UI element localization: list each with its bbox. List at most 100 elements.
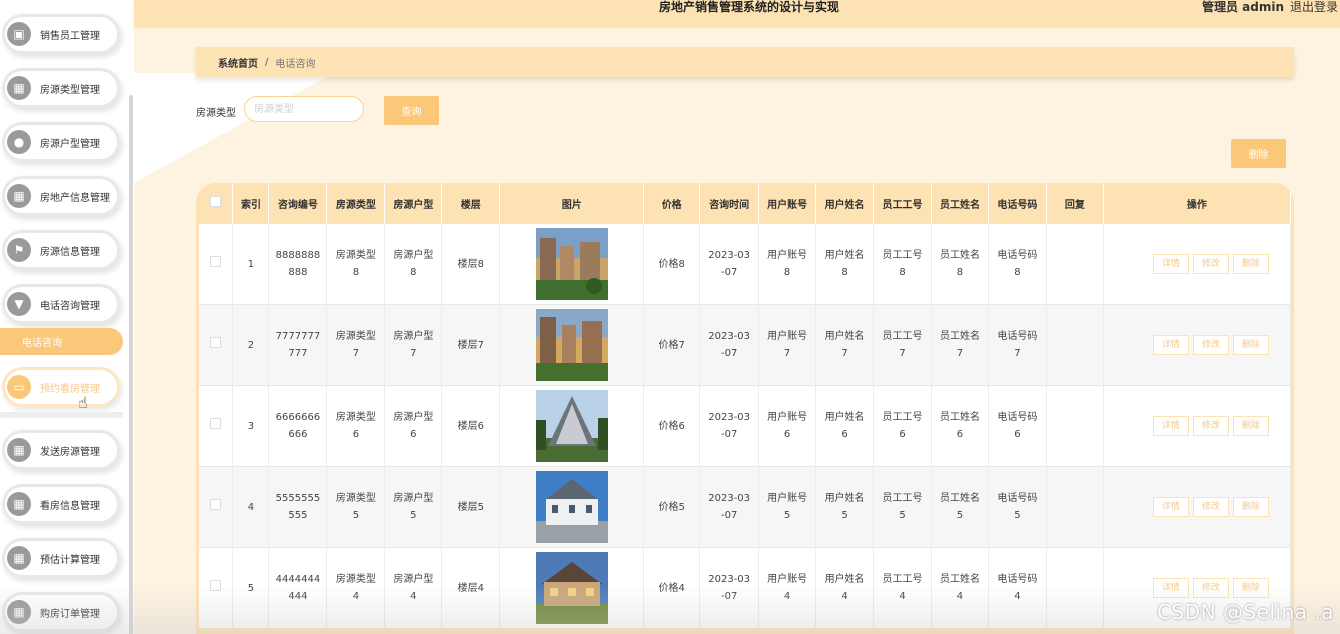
cell-type: 房源类型 7: [326, 304, 386, 386]
delete-button[interactable]: 删除: [1232, 497, 1269, 517]
photo-cell: [499, 547, 645, 628]
col-header: 索引: [232, 183, 270, 224]
detail-button[interactable]: 详情: [1152, 254, 1189, 274]
sidebar-item-listing-types[interactable]: ▦ 房源类型管理: [2, 68, 120, 108]
batch-delete-button[interactable]: 删除: [1231, 139, 1286, 168]
col-header: 员工工号: [873, 183, 932, 224]
sidebar-item-label: 房源类型管理: [40, 84, 100, 96]
cell-price: 价格5: [643, 466, 701, 548]
photo-cell: [499, 223, 645, 305]
sidebar-item-send-listing[interactable]: ▦ 发送房源管理: [2, 430, 120, 470]
cell-index: 4: [232, 466, 270, 548]
sidebar: ▣ 销售员工管理 ▦ 房源类型管理 ● 房源户型管理 ▦ 房地产信息管理 ⚑ 房…: [0, 0, 135, 634]
cell-phone: 电话号码 5: [988, 466, 1047, 548]
sidebar-item-label: 房源户型管理: [40, 138, 100, 150]
cell-phone: 电话号码 7: [988, 304, 1047, 386]
logout-link[interactable]: 退出登录: [1290, 0, 1338, 14]
cell-index: 3: [232, 385, 270, 467]
detail-button[interactable]: 详情: [1152, 578, 1189, 598]
cell-code: 4444444 444: [268, 547, 328, 628]
row-checkbox[interactable]: [199, 547, 234, 628]
cell-empno: 员工工号 4: [873, 547, 932, 628]
delete-button[interactable]: 删除: [1232, 335, 1269, 355]
sidebar-item-listing-info[interactable]: ⚑ 房源信息管理: [2, 230, 120, 270]
detail-button[interactable]: 详情: [1152, 416, 1189, 436]
cell-type: 房源类型 6: [326, 385, 386, 467]
cell-floor: 楼层4: [441, 547, 501, 628]
cell-layout: 房源户型 8: [384, 223, 443, 305]
submenu-item-phone-consult[interactable]: 电话咨询: [0, 328, 123, 355]
sidebar-scrollbar[interactable]: [129, 95, 133, 634]
breadcrumb-home[interactable]: 系统首页: [218, 55, 258, 70]
grid-icon: ▦: [7, 492, 31, 516]
search-input[interactable]: [244, 96, 364, 122]
cell-empname: 员工姓名 6: [931, 385, 989, 467]
table-header-row: 索引 咨询编号 房源类型 房源户型 楼层 图片 价格 咨询时间 用户账号 用户姓…: [199, 183, 1292, 224]
select-all-checkbox[interactable]: [199, 183, 234, 224]
breadcrumb-separator: /: [265, 56, 269, 68]
sidebar-item-viewing-info[interactable]: ▦ 看房信息管理: [2, 484, 120, 524]
cell-name: 用户姓名 5: [815, 466, 875, 548]
cell-phone: 电话号码 6: [988, 385, 1047, 467]
col-header: 图片: [499, 183, 645, 224]
photo-cell: [499, 385, 645, 467]
edit-button[interactable]: 修改: [1192, 416, 1229, 436]
property-photo: [535, 390, 608, 462]
cell-account: 用户账号 4: [758, 547, 817, 628]
row-actions: 详情 修改 删除: [1103, 385, 1292, 467]
edit-button[interactable]: 修改: [1192, 335, 1229, 355]
row-actions: 详情 修改 删除: [1103, 304, 1292, 386]
delete-button[interactable]: 删除: [1232, 416, 1269, 436]
site-title: 房地产销售管理系统的设计与实现: [658, 0, 839, 14]
cell-reply: [1046, 223, 1104, 305]
edit-button[interactable]: 修改: [1192, 578, 1229, 598]
cell-floor: 楼层5: [441, 466, 501, 548]
data-table: 索引 咨询编号 房源类型 房源户型 楼层 图片 价格 咨询时间 用户账号 用户姓…: [196, 183, 1294, 634]
row-checkbox[interactable]: [199, 385, 234, 467]
detail-button[interactable]: 详情: [1152, 497, 1189, 517]
col-header: 楼层: [441, 183, 501, 224]
cup-icon: ▼: [7, 292, 31, 316]
row-checkbox[interactable]: [199, 223, 234, 305]
table-row: 3 6666666 666 房源类型 6 房源户型 6 楼层6 价格6 2023-03 -0…: [199, 385, 1292, 467]
sidebar-item-sales-staff[interactable]: ▣ 销售员工管理: [2, 14, 120, 54]
delete-button[interactable]: 删除: [1232, 254, 1269, 274]
cell-empname: 员工姓名 7: [931, 304, 989, 386]
col-header: 价格: [643, 183, 701, 224]
cell-type: 房源类型 5: [326, 466, 386, 548]
cell-name: 用户姓名 6: [815, 385, 875, 467]
cell-account: 用户账号 8: [758, 223, 817, 305]
col-header: 咨询时间: [699, 183, 760, 224]
sidebar-item-label: 看房信息管理: [40, 500, 100, 512]
detail-button[interactable]: 详情: [1152, 335, 1189, 355]
sidebar-item-floor-plans[interactable]: ● 房源户型管理: [2, 122, 120, 162]
sidebar-item-label: 销售员工管理: [40, 30, 100, 42]
cell-type: 房源类型 8: [326, 223, 386, 305]
sidebar-item-estate-info[interactable]: ▦ 房地产信息管理: [2, 176, 120, 216]
grid-icon: ▦: [7, 184, 31, 208]
row-checkbox[interactable]: [199, 466, 234, 548]
breadcrumb-current: 电话咨询: [275, 58, 316, 70]
sidebar-item-orders[interactable]: ▦ 购房订单管理: [2, 592, 120, 632]
cell-price: 价格6: [643, 385, 701, 467]
cell-empno: 员工工号 7: [873, 304, 932, 386]
sidebar-item-estimate[interactable]: ▦ 预估计算管理: [2, 538, 120, 578]
row-actions: 详情 修改 删除: [1103, 223, 1292, 305]
sidebar-item-viewing-appointment[interactable]: ▭ 预约看房管理: [2, 367, 120, 407]
delete-button[interactable]: 删除: [1232, 578, 1269, 598]
col-header: 用户账号: [758, 183, 817, 224]
edit-button[interactable]: 修改: [1192, 497, 1229, 517]
cell-reply: [1046, 466, 1104, 548]
query-button[interactable]: 查询: [384, 96, 439, 125]
edit-button[interactable]: 修改: [1192, 254, 1229, 274]
cell-index: 2: [232, 304, 270, 386]
grid-icon: ▦: [7, 438, 31, 462]
cell-code: 8888888 888: [268, 223, 328, 305]
cell-index: 5: [232, 547, 270, 628]
row-checkbox[interactable]: [199, 304, 234, 386]
cell-empname: 员工姓名 4: [931, 547, 989, 628]
cell-code: 7777777 777: [268, 304, 328, 386]
sidebar-item-phone-consult[interactable]: ▼ 电话咨询管理: [2, 284, 120, 324]
cell-time: 2023-03 -07: [699, 547, 760, 628]
col-header: 操作: [1103, 183, 1292, 224]
